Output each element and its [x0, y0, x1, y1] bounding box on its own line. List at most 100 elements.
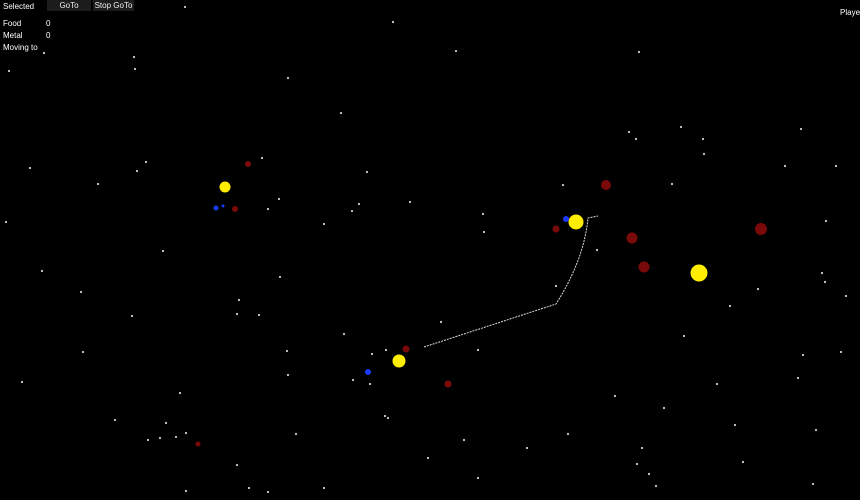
star-sun[interactable]: [392, 354, 406, 368]
background-star: [42, 51, 46, 55]
background-star: [635, 462, 639, 466]
background-star: [277, 197, 281, 201]
player-planet[interactable]: [563, 216, 569, 222]
stop-goto-button[interactable]: Stop GoTo: [93, 0, 134, 11]
background-star: [266, 207, 270, 211]
background-star: [613, 394, 617, 398]
background-star: [384, 348, 388, 352]
background-star: [844, 294, 848, 298]
background-star: [183, 5, 187, 9]
background-star: [654, 484, 658, 488]
background-star: [670, 182, 674, 186]
background-star: [634, 137, 638, 141]
background-star: [184, 431, 188, 435]
star-sun[interactable]: [219, 181, 231, 193]
background-star: [481, 212, 485, 216]
background-star: [408, 200, 412, 204]
background-star: [811, 482, 815, 486]
enemy-planet[interactable]: [626, 232, 638, 244]
background-star: [814, 428, 818, 432]
background-star: [783, 164, 787, 168]
background-star: [133, 67, 137, 71]
background-star: [278, 275, 282, 279]
enemy-planet[interactable]: [552, 225, 560, 233]
background-star: [350, 209, 354, 213]
enemy-planet[interactable]: [245, 161, 251, 167]
background-star: [357, 202, 361, 206]
background-star: [733, 423, 737, 427]
background-star: [81, 350, 85, 354]
selected-label: Selected: [3, 2, 35, 11]
background-star: [7, 69, 11, 73]
goto-button[interactable]: GoTo: [47, 0, 91, 11]
background-star: [40, 269, 44, 273]
enemy-planet[interactable]: [232, 206, 238, 212]
background-star: [322, 486, 326, 490]
food-label: Food: [3, 19, 22, 28]
background-star: [640, 446, 644, 450]
background-star: [662, 406, 666, 410]
background-star: [260, 156, 264, 160]
background-star: [79, 290, 83, 294]
star-sun[interactable]: [690, 264, 708, 282]
background-star: [595, 248, 599, 252]
star-sun[interactable]: [568, 214, 584, 230]
background-star: [365, 170, 369, 174]
enemy-planet[interactable]: [444, 380, 452, 388]
background-star: [146, 438, 150, 442]
player-planet[interactable]: [365, 369, 371, 375]
background-star: [247, 486, 251, 490]
background-star: [20, 380, 24, 384]
background-star: [525, 446, 529, 450]
background-star: [294, 432, 298, 436]
background-star: [368, 382, 372, 386]
movement-path: [423, 215, 599, 348]
background-star: [266, 490, 270, 494]
background-star: [756, 287, 760, 291]
background-star: [796, 376, 800, 380]
player-planet[interactable]: [221, 204, 225, 208]
player-planet[interactable]: [213, 205, 219, 211]
background-star: [339, 111, 343, 115]
background-star: [439, 320, 443, 324]
background-star: [370, 352, 374, 356]
enemy-planet[interactable]: [402, 345, 410, 353]
background-star: [96, 182, 100, 186]
background-star: [322, 222, 326, 226]
background-star: [715, 382, 719, 386]
background-star: [426, 456, 430, 460]
enemy-planet[interactable]: [601, 180, 611, 190]
background-star: [824, 219, 828, 223]
background-star: [561, 183, 565, 187]
enemy-planet[interactable]: [638, 261, 650, 273]
space-map[interactable]: [0, 0, 860, 500]
background-star: [701, 137, 705, 141]
background-star: [454, 49, 458, 53]
player-label: Playe: [840, 8, 860, 17]
background-star: [158, 436, 162, 440]
background-star: [257, 313, 261, 317]
background-star: [391, 20, 395, 24]
background-star: [679, 125, 683, 129]
background-star: [286, 76, 290, 80]
background-star: [235, 463, 239, 467]
metal-value: 0: [46, 31, 51, 40]
background-star: [351, 378, 355, 382]
background-star: [801, 353, 805, 357]
background-star: [839, 350, 843, 354]
background-star: [174, 435, 178, 439]
background-star: [178, 391, 182, 395]
background-star: [135, 169, 139, 173]
background-star: [235, 312, 239, 316]
enemy-planet[interactable]: [195, 441, 201, 447]
background-star: [184, 489, 188, 493]
background-star: [286, 373, 290, 377]
background-star: [342, 332, 346, 336]
background-star: [702, 152, 706, 156]
enemy-planet[interactable]: [755, 223, 767, 235]
background-star: [113, 418, 117, 422]
moving-to-label: Moving to: [3, 43, 38, 52]
background-star: [741, 460, 745, 464]
background-star: [647, 472, 651, 476]
background-star: [482, 230, 486, 234]
